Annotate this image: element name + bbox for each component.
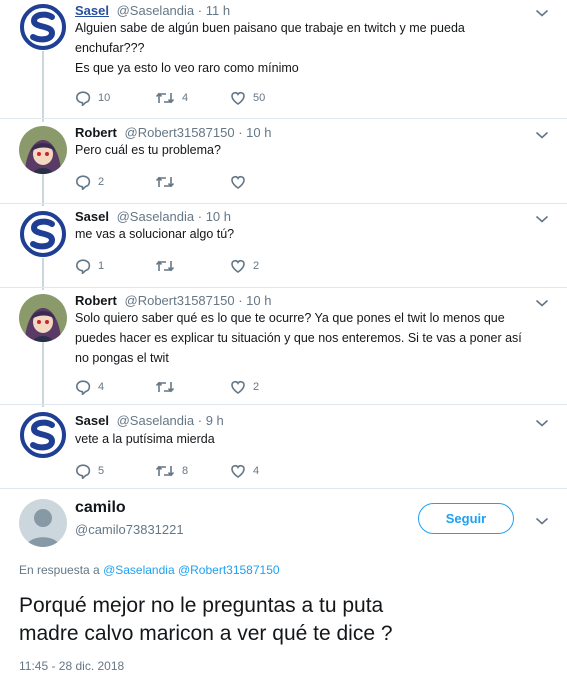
tweet-text: me vas a solucionar algo tú? (75, 227, 235, 241)
like-icon (230, 379, 246, 395)
tweet-time[interactable]: · 10 h (238, 125, 271, 140)
retweet-icon (155, 90, 175, 106)
tweet-text: Alguien sabe de algún buen paisano que t… (75, 21, 465, 75)
like-button[interactable]: 2 (230, 378, 259, 396)
anime-avatar[interactable] (19, 294, 67, 342)
divider (0, 118, 567, 119)
like-button[interactable] (230, 173, 253, 191)
author-name[interactable]: Sasel (75, 209, 109, 224)
author-name[interactable]: Sasel (75, 3, 109, 18)
author-name[interactable]: Robert (75, 293, 117, 308)
reply-icon (75, 258, 91, 274)
retweet-icon (155, 174, 175, 190)
author-name[interactable]: Robert (75, 125, 117, 140)
reply-to-links[interactable]: @Saselandia @Robert31587150 (103, 563, 279, 577)
tweet-time[interactable]: · 11 h (198, 3, 230, 18)
retweet-icon (155, 379, 175, 395)
chevron-down-icon[interactable] (535, 418, 549, 428)
chevron-down-icon[interactable] (535, 130, 549, 140)
chevron-down-icon[interactable] (535, 214, 549, 224)
tweet-time[interactable]: · 9 h (198, 413, 224, 428)
retweet-button[interactable] (155, 257, 182, 275)
tweet[interactable]: Robert @Robert31587150 · 10 h Solo quier… (0, 290, 567, 407)
reply-button[interactable]: 5 (75, 462, 104, 480)
retweet-button[interactable]: 8 (155, 462, 188, 480)
default-avatar[interactable] (19, 499, 67, 547)
like-icon (230, 90, 246, 106)
reply-context: En respuesta a @Saselandia @Robert315871… (19, 563, 280, 577)
reply-icon (75, 90, 91, 106)
author-name[interactable]: Sasel (75, 413, 109, 428)
tweet[interactable]: Sasel @Saselandia · 11 h Alguien sabe de… (0, 0, 567, 122)
author-handle[interactable]: @Saselandia (117, 413, 195, 428)
like-icon (230, 463, 246, 479)
retweet-button[interactable] (155, 378, 182, 396)
main-tweet-text: Porqué mejor no le preguntas a tu puta m… (19, 594, 393, 645)
tweet-timestamp[interactable]: 11:45 - 28 dic. 2018 (19, 659, 124, 673)
tweet[interactable]: Sasel @Saselandia · 9 h vete a la putísi… (0, 407, 567, 491)
like-button[interactable]: 2 (230, 257, 259, 275)
tweet[interactable]: Sasel @Saselandia · 10 h me vas a soluci… (0, 206, 567, 290)
retweet-button[interactable] (155, 173, 182, 191)
tweet-text: Solo quiero saber qué es lo que te ocurr… (75, 311, 522, 365)
chevron-down-icon[interactable] (535, 298, 549, 308)
like-button[interactable]: 50 (230, 89, 265, 107)
like-icon (230, 258, 246, 274)
author-handle[interactable]: @Saselandia (117, 209, 195, 224)
reply-button[interactable]: 1 (75, 257, 104, 275)
author-handle[interactable]: @Robert31587150 (125, 293, 235, 308)
divider (0, 203, 567, 204)
tweet[interactable]: Robert @Robert31587150 · 10 h Pero cuál … (0, 122, 567, 206)
reply-button[interactable]: 2 (75, 173, 104, 191)
sasel-logo[interactable] (19, 3, 67, 51)
author-handle[interactable]: @Robert31587150 (125, 125, 235, 140)
tweet-time[interactable]: · 10 h (238, 293, 271, 308)
reply-icon (75, 174, 91, 190)
reply-button[interactable]: 10 (75, 89, 110, 107)
like-button[interactable]: 4 (230, 462, 259, 480)
chevron-down-icon[interactable] (535, 516, 549, 526)
retweet-button[interactable]: 4 (155, 89, 188, 107)
sasel-logo[interactable] (19, 411, 67, 459)
like-icon (230, 174, 246, 190)
follow-button[interactable]: Seguir (418, 503, 514, 534)
reply-icon (75, 463, 91, 479)
reply-button[interactable]: 4 (75, 378, 104, 396)
reply-icon (75, 379, 91, 395)
author-handle[interactable]: @Saselandia (117, 3, 195, 18)
retweet-icon (155, 463, 175, 479)
chevron-down-icon[interactable] (535, 8, 549, 18)
anime-avatar[interactable] (19, 126, 67, 174)
divider (0, 287, 567, 288)
tweet-text: Pero cuál es tu problema? (75, 143, 221, 157)
sasel-logo[interactable] (19, 210, 67, 258)
author-handle[interactable]: @camilo73831221 (75, 522, 184, 537)
author-name[interactable]: camilo (75, 499, 126, 517)
tweet-text: vete a la putísima mierda (75, 432, 215, 446)
divider (0, 404, 567, 405)
tweet-time[interactable]: · 10 h (198, 209, 231, 224)
retweet-icon (155, 258, 175, 274)
